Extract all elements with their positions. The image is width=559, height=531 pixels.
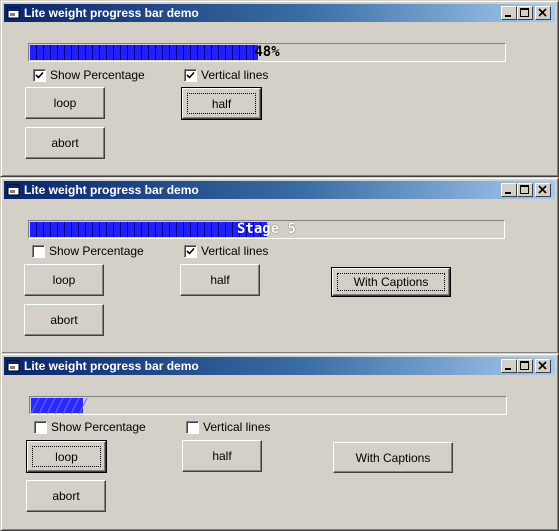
checkmark-icon xyxy=(186,71,195,79)
progress-bar: Stage 5 xyxy=(28,220,505,239)
app-window-2: Lite weight progress bar demo Stage 5 Sh… xyxy=(0,177,559,354)
minimize-icon xyxy=(505,15,511,17)
app-window-icon xyxy=(7,360,20,372)
close-button[interactable] xyxy=(535,6,551,20)
hatch-pattern xyxy=(31,398,88,414)
maximize-icon xyxy=(520,8,529,17)
half-button[interactable]: half xyxy=(182,440,262,472)
window-controls xyxy=(501,359,553,373)
minimize-icon xyxy=(505,192,511,194)
checkbox-box[interactable] xyxy=(34,421,47,434)
vertical-lines-label: Vertical lines xyxy=(201,244,269,258)
loop-button-label: loop xyxy=(55,449,78,464)
with-captions-button[interactable]: With Captions xyxy=(333,442,453,473)
maximize-button[interactable] xyxy=(517,359,533,373)
half-button-label: half xyxy=(210,273,230,287)
with-captions-button[interactable]: With Captions xyxy=(331,267,451,297)
loop-button-label: loop xyxy=(53,96,77,110)
progress-fill xyxy=(31,398,88,414)
checkmark-icon xyxy=(35,71,44,79)
maximize-button[interactable] xyxy=(517,183,533,197)
minimize-button[interactable] xyxy=(501,183,517,197)
with-captions-button-label: With Captions xyxy=(353,275,429,289)
close-icon xyxy=(538,361,547,370)
app-window-3: Lite weight progress bar demo Show Perce… xyxy=(0,353,559,531)
progress-text: Stage 5 xyxy=(236,221,296,237)
window-title: Lite weight progress bar demo xyxy=(24,6,199,20)
progress-bar: 48% xyxy=(28,43,506,62)
app-window-icon xyxy=(7,7,20,19)
minimize-icon xyxy=(505,368,511,370)
app-window-1: Lite weight progress bar demo 48% Show P… xyxy=(0,0,559,177)
show-percentage-label: Show Percentage xyxy=(49,244,144,258)
loop-button[interactable]: loop xyxy=(25,87,105,119)
title-bar[interactable]: Lite weight progress bar demo xyxy=(4,357,555,375)
window-title: Lite weight progress bar demo xyxy=(24,183,199,197)
checkbox-box[interactable] xyxy=(33,69,46,82)
window-controls xyxy=(501,6,553,20)
close-icon xyxy=(538,8,547,17)
with-captions-button-label: With Captions xyxy=(355,450,431,465)
loop-button[interactable]: loop xyxy=(24,264,104,296)
half-button[interactable]: half xyxy=(180,264,260,296)
loop-button-label: loop xyxy=(52,273,76,287)
checkbox-box[interactable] xyxy=(184,69,197,82)
checkbox-box[interactable] xyxy=(32,245,45,258)
maximize-button[interactable] xyxy=(517,6,533,20)
abort-button[interactable]: abort xyxy=(26,480,106,512)
progress-bar xyxy=(29,396,507,415)
maximize-icon xyxy=(520,185,529,194)
abort-button[interactable]: abort xyxy=(25,127,105,159)
window-controls xyxy=(501,183,553,197)
minimize-button[interactable] xyxy=(501,6,517,20)
app-window-icon xyxy=(7,184,20,196)
half-button[interactable]: half xyxy=(181,87,262,120)
close-button[interactable] xyxy=(535,183,551,197)
abort-button[interactable]: abort xyxy=(24,304,104,336)
vertical-lines-label: Vertical lines xyxy=(201,68,269,82)
minimize-button[interactable] xyxy=(501,359,517,373)
close-button[interactable] xyxy=(535,359,551,373)
half-button-label: half xyxy=(212,449,232,463)
checkbox-box[interactable] xyxy=(186,421,199,434)
window-title: Lite weight progress bar demo xyxy=(24,359,199,373)
abort-button-label: abort xyxy=(51,136,79,150)
close-icon xyxy=(538,185,547,194)
half-button-label: half xyxy=(211,96,232,111)
title-bar[interactable]: Lite weight progress bar demo xyxy=(4,181,555,199)
show-percentage-label: Show Percentage xyxy=(51,420,146,434)
progress-text: 48% xyxy=(254,44,280,60)
title-bar[interactable]: Lite weight progress bar demo xyxy=(4,4,555,22)
vertical-lines-label: Vertical lines xyxy=(203,420,271,434)
maximize-icon xyxy=(520,361,529,370)
abort-button-label: abort xyxy=(52,489,80,503)
loop-button[interactable]: loop xyxy=(26,440,107,473)
abort-button-label: abort xyxy=(50,313,78,327)
show-percentage-label: Show Percentage xyxy=(50,68,145,82)
checkbox-box[interactable] xyxy=(184,245,197,258)
checkmark-icon xyxy=(186,247,195,255)
